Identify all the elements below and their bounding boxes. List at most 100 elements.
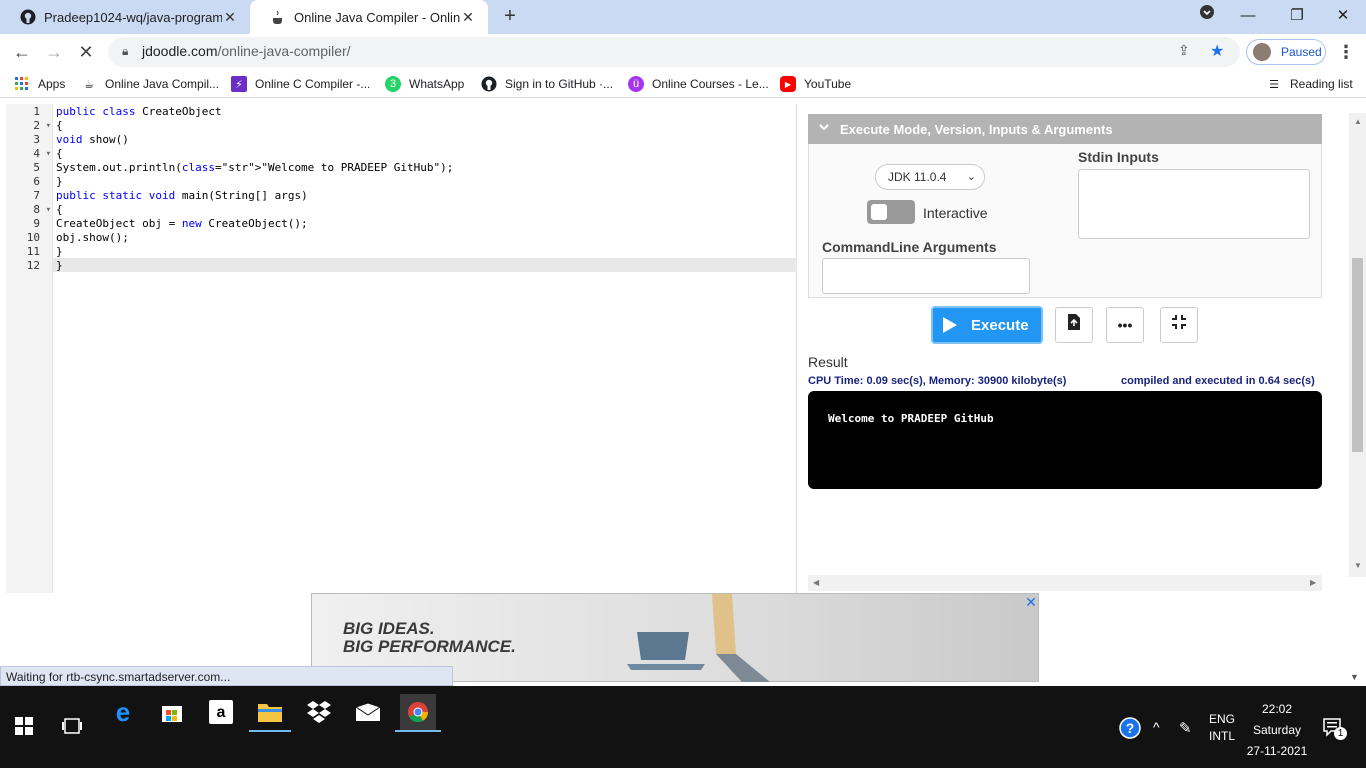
vertical-scrollbar[interactable]: ▲ ▼ (1349, 113, 1366, 577)
window-close-icon[interactable]: ✕ (1331, 4, 1355, 28)
pen-icon[interactable]: ✎ (1179, 719, 1192, 737)
horizontal-scrollbar[interactable]: ◀ ▶ (808, 575, 1322, 591)
play-icon (943, 317, 957, 333)
code-line[interactable]: public class CreateObject (56, 105, 222, 119)
task-view-icon[interactable] (54, 708, 90, 744)
bookmarks-bar: Apps ☕︎ Online Java Compil... ⚡︎ Online … (0, 70, 1366, 98)
profile-button[interactable]: Paused (1246, 39, 1326, 65)
windows-taskbar: e a ? ^ ✎ ENG INTL 22:02 Saturday 27-11-… (0, 686, 1366, 768)
code-line[interactable]: } (56, 175, 63, 189)
cmd-args-input[interactable] (822, 258, 1030, 294)
dropbox-icon[interactable] (301, 694, 337, 730)
code-line[interactable]: { (56, 147, 63, 161)
amazon-icon[interactable]: a (203, 694, 239, 730)
more-dots-icon: ••• (1117, 317, 1133, 333)
bookmark-youtube[interactable]: ▶ YouTube (780, 76, 851, 92)
chrome-icon[interactable] (400, 694, 436, 730)
code-editor[interactable]: 1 public class CreateObject 2 ▾{3 void show(… (6, 104, 797, 593)
bookmark-c-compiler[interactable]: ⚡︎ Online C Compiler -... (231, 76, 370, 92)
execute-label: Execute (971, 316, 1029, 334)
file-explorer-icon[interactable] (252, 694, 288, 730)
restore-icon[interactable]: ❐ (1285, 4, 1309, 28)
svg-text:a: a (217, 704, 226, 721)
bookmark-star-icon[interactable]: ★ (1210, 41, 1224, 61)
line-number-text: 8 (33, 203, 40, 216)
more-options-button[interactable]: ••• (1106, 307, 1144, 343)
fold-marker-icon[interactable]: ▾ (46, 203, 51, 217)
status-text: Waiting for rtb-csync.smartadserver.com.… (6, 670, 231, 684)
bookmark-github[interactable]: Sign in to GitHub ·... (481, 76, 613, 92)
bookmark-whatsapp[interactable]: 3 WhatsApp (385, 76, 464, 92)
bookmark-apps[interactable]: Apps (14, 76, 65, 92)
chevron-up-icon[interactable]: ^ (1153, 719, 1160, 735)
scroll-left-icon[interactable]: ◀ (813, 578, 819, 587)
github-icon (20, 9, 36, 25)
back-arrow-icon[interactable]: ← (10, 40, 34, 64)
scrollbar-thumb[interactable] (1352, 258, 1363, 452)
bookmark-udemy[interactable]: ü Online Courses - Le... (628, 76, 769, 92)
chevron-down-icon (818, 121, 830, 136)
code-line[interactable]: { (56, 119, 63, 133)
code-line[interactable]: } (56, 259, 63, 273)
svg-text:?: ? (1126, 720, 1135, 736)
forward-arrow-icon[interactable]: → (42, 40, 66, 64)
store-icon[interactable] (154, 694, 190, 730)
mail-icon[interactable] (350, 694, 386, 730)
code-line[interactable]: void show() (56, 133, 129, 147)
execute-mode-header[interactable]: Execute Mode, Version, Inputs & Argument… (808, 114, 1322, 144)
url-text[interactable]: jdoodle.com/online-java-compiler/ (142, 43, 351, 59)
code-line[interactable]: CreateObject obj = new CreateObject(); (56, 217, 308, 231)
tab-search-chevron-icon[interactable] (1195, 4, 1219, 28)
scroll-down-icon[interactable]: ▼ (1354, 561, 1362, 570)
windows-start-icon[interactable] (6, 708, 42, 744)
menu-kebab-icon[interactable]: ⋮ (1334, 40, 1358, 64)
scroll-up-icon[interactable]: ▲ (1354, 117, 1362, 126)
minimize-icon[interactable]: — (1236, 4, 1260, 28)
close-icon[interactable]: ✕ (222, 9, 238, 26)
share-icon[interactable]: ⇪ (1178, 42, 1190, 59)
code-line[interactable]: public static void main(String[] args) (56, 189, 308, 203)
file-upload-icon (1067, 314, 1081, 333)
clock[interactable]: 22:02 Saturday 27-11-2021 (1246, 699, 1308, 762)
active-indicator (249, 730, 291, 732)
fold-marker-icon[interactable]: ▾ (46, 147, 51, 161)
reading-list[interactable]: ☰ Reading list (1266, 76, 1353, 92)
compiled-info: compiled and executed in 0.64 sec(s) (1121, 375, 1315, 387)
line-number: 1 (6, 105, 53, 119)
tab-github[interactable]: Pradeep1024-wq/java-program ✕ (0, 0, 250, 34)
interactive-toggle[interactable] (867, 200, 915, 224)
code-line[interactable]: } (56, 245, 63, 259)
execute-button[interactable]: Execute (931, 306, 1043, 344)
collapse-button[interactable] (1160, 307, 1198, 343)
line-number-text: 2 (33, 119, 40, 132)
notification-icon[interactable]: 1 (1323, 717, 1347, 740)
line-number-text: 12 (26, 259, 40, 272)
ad-close-icon[interactable]: ✕ (1024, 595, 1038, 609)
line-number-text: 5 (33, 161, 40, 174)
fold-marker-icon[interactable]: ▾ (46, 119, 51, 133)
language-indicator[interactable]: ENG INTL (1209, 712, 1235, 743)
stop-loading-icon[interactable]: ✕ (74, 40, 98, 64)
bookmark-label: Sign in to GitHub ·... (505, 77, 614, 91)
close-icon[interactable]: ✕ (460, 9, 476, 26)
notification-count-badge: 1 (1334, 727, 1347, 740)
lock-icon[interactable]: 🔒︎ (122, 44, 128, 59)
toggle-knob (871, 204, 887, 220)
jdk-version-select[interactable]: JDK 11.0.4 ⌄ (875, 164, 985, 190)
stdin-input[interactable] (1078, 169, 1310, 239)
help-icon[interactable]: ? (1119, 717, 1141, 742)
tab-jdoodle[interactable]: Online Java Compiler - Online Java ✕ (250, 0, 488, 34)
scroll-right-icon[interactable]: ▶ (1310, 578, 1316, 587)
code-line[interactable]: System.out.println(class="str">"Welcome … (56, 161, 453, 175)
code-line[interactable]: obj.show(); (56, 231, 129, 245)
whatsapp-icon: 3 (385, 76, 401, 92)
edge-icon[interactable]: e (105, 694, 141, 730)
new-tab-plus-icon[interactable]: + (498, 5, 522, 29)
result-label: Result (808, 354, 848, 370)
clock-time: 22:02 (1261, 702, 1293, 716)
scroll-down-icon[interactable]: ▼ (1350, 672, 1359, 682)
address-bar[interactable]: 🔒︎ jdoodle.com/online-java-compiler/ ⇪ ★ (108, 37, 1240, 67)
code-line[interactable]: { (56, 203, 63, 217)
save-file-button[interactable] (1055, 307, 1093, 343)
bookmark-java-compiler[interactable]: ☕︎ Online Java Compil... (81, 76, 219, 92)
